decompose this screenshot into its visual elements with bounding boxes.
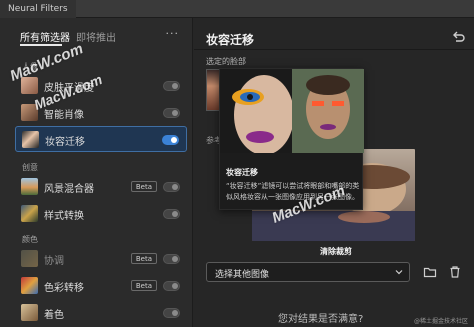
- reset-icon[interactable]: [452, 30, 466, 44]
- trash-icon[interactable]: [448, 265, 462, 279]
- filter-label: 色彩转移: [44, 283, 84, 294]
- filter-toggle[interactable]: [163, 182, 180, 192]
- harmonization-thumbnail: [21, 250, 38, 267]
- beta-badge: Beta: [130, 280, 157, 291]
- selected-face-label: 选定的脸部: [206, 57, 246, 66]
- filter-toggle[interactable]: [162, 135, 179, 145]
- color-transfer-thumbnail: [21, 277, 38, 294]
- filter-toggle[interactable]: [163, 108, 180, 118]
- selected-face-thumbnail[interactable]: [206, 69, 220, 111]
- landscape-mixer-thumbnail: [21, 178, 38, 195]
- beta-badge: Beta: [130, 253, 157, 264]
- filter-label: 协调: [44, 256, 64, 267]
- active-tab-indicator: [20, 44, 62, 46]
- tab-coming-soon[interactable]: 即将推出: [76, 29, 116, 44]
- style-transfer-thumbnail: [21, 205, 38, 222]
- panel-title: 妆容迁移: [206, 33, 255, 47]
- window-title: Neural Filters: [0, 0, 76, 18]
- filter-tabs: 所有筛选器 即将推出 ···: [0, 26, 192, 48]
- title-bar: Neural Filters: [0, 0, 474, 18]
- filter-label: 着色: [44, 310, 64, 321]
- clear-crop-button[interactable]: 清除裁剪: [320, 246, 352, 257]
- category-creative: 创意: [22, 163, 38, 172]
- filter-row-colorize[interactable]: 着色: [15, 300, 187, 326]
- select-value: 选择其他图像: [215, 270, 270, 280]
- filter-row-landscape-mixer[interactable]: 风景混合器 Beta: [15, 174, 187, 200]
- filter-toggle[interactable]: [163, 81, 180, 91]
- divider: [194, 49, 474, 50]
- filter-toggle[interactable]: [163, 209, 180, 219]
- more-options-icon[interactable]: ···: [166, 27, 180, 40]
- filter-row-color-transfer[interactable]: 色彩转移 Beta: [15, 273, 187, 299]
- tab-all-filters[interactable]: 所有筛选器: [20, 29, 70, 44]
- filter-row-makeup-transfer[interactable]: 妆容迁移: [15, 126, 187, 152]
- tooltip-preview-image: [220, 69, 364, 153]
- folder-icon[interactable]: [423, 265, 437, 279]
- chevron-down-icon: [395, 270, 403, 275]
- image-source-select[interactable]: 选择其他图像: [206, 262, 410, 282]
- filter-label: 妆容迁移: [45, 137, 85, 148]
- filter-label: 智能肖像: [44, 110, 84, 121]
- filter-toggle[interactable]: [163, 308, 180, 318]
- makeup-transfer-thumbnail: [22, 131, 39, 148]
- source-watermark: @稀土掘金技术社区: [413, 318, 468, 325]
- filter-label: 风景混合器: [44, 184, 94, 195]
- colorize-thumbnail: [21, 304, 38, 321]
- category-color: 颜色: [22, 235, 38, 244]
- filter-label: 样式转换: [44, 211, 84, 222]
- filter-toggle[interactable]: [163, 254, 180, 264]
- satisfaction-prompt: 您对结果是否满意?: [278, 314, 364, 325]
- filter-toggle[interactable]: [163, 281, 180, 291]
- filter-row-harmonization[interactable]: 协调 Beta: [15, 246, 187, 272]
- beta-badge: Beta: [130, 181, 157, 192]
- filter-row-style-transfer[interactable]: 样式转换: [15, 201, 187, 227]
- tooltip-title: 妆容迁移: [226, 168, 258, 177]
